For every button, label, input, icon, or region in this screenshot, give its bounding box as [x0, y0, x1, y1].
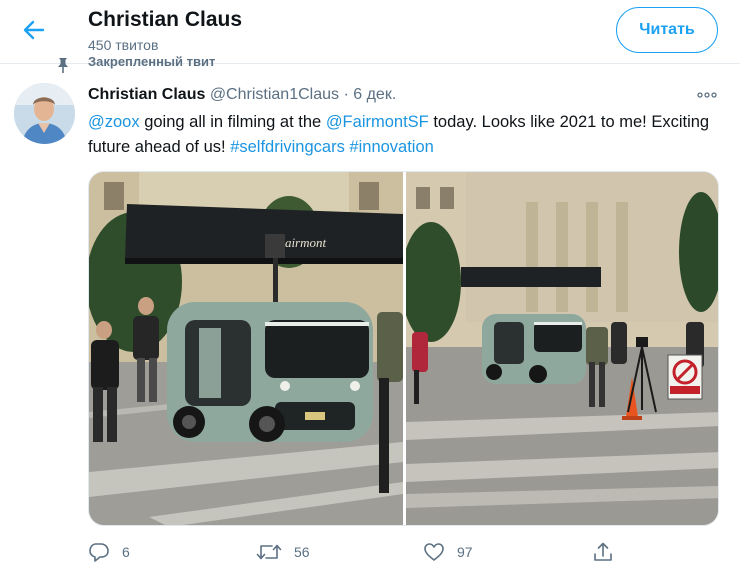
mention-zoox[interactable]: @zoox — [88, 113, 140, 131]
avatar[interactable] — [14, 83, 75, 144]
share-icon — [594, 542, 612, 561]
hashtag-selfdrivingcars[interactable]: #selfdrivingcars — [230, 138, 345, 156]
like-icon — [424, 543, 444, 561]
retweet-count: 56 — [294, 544, 310, 560]
tweet-header: Christian Claus @Christian1Claus · 6 дек… — [88, 86, 396, 104]
follow-button[interactable]: Читать — [616, 7, 718, 53]
hashtag-innovation[interactable]: #innovation — [349, 138, 433, 156]
more-icon — [697, 92, 717, 98]
reply-icon — [89, 543, 109, 562]
mention-fairmontsf[interactable]: @FairmontSF — [326, 113, 429, 131]
tweet-actions: 6 56 97 — [88, 538, 728, 566]
tweet-count: 450 твитов — [88, 37, 159, 53]
share-button[interactable] — [592, 538, 614, 566]
tweet-text-part1: going all in filming at the — [139, 113, 326, 131]
like-button[interactable]: 97 — [423, 538, 473, 566]
tweet-media[interactable]: Fairmont — [88, 171, 719, 526]
photo-left[interactable]: Fairmont — [89, 172, 403, 525]
tweet-text: @zoox going all in filming at the @Fairm… — [88, 110, 728, 159]
header-title-block: Christian Claus 450 твитов — [88, 7, 242, 53]
retweet-button[interactable]: 56 — [256, 538, 310, 566]
pinned-label: Закрепленный твит — [88, 56, 216, 69]
more-button[interactable] — [696, 86, 718, 104]
tweet-date[interactable]: 6 дек. — [353, 86, 396, 103]
retweet-icon — [256, 544, 282, 560]
separator-dot: · — [343, 86, 349, 103]
reply-count: 6 — [122, 544, 130, 560]
photo-right[interactable] — [406, 172, 718, 525]
back-button[interactable] — [17, 15, 51, 45]
page-title: Christian Claus — [88, 8, 243, 31]
pinned-indicator: Закрепленный твит — [54, 56, 215, 74]
author-name[interactable]: Christian Claus — [88, 86, 205, 103]
profile-header: Christian Claus 450 твитов Читать — [0, 0, 740, 62]
author-handle[interactable]: @Christian1Claus — [210, 86, 339, 103]
like-count: 97 — [457, 544, 473, 560]
reply-button[interactable]: 6 — [88, 538, 130, 566]
back-arrow-icon — [23, 20, 45, 40]
pin-icon — [58, 58, 68, 73]
